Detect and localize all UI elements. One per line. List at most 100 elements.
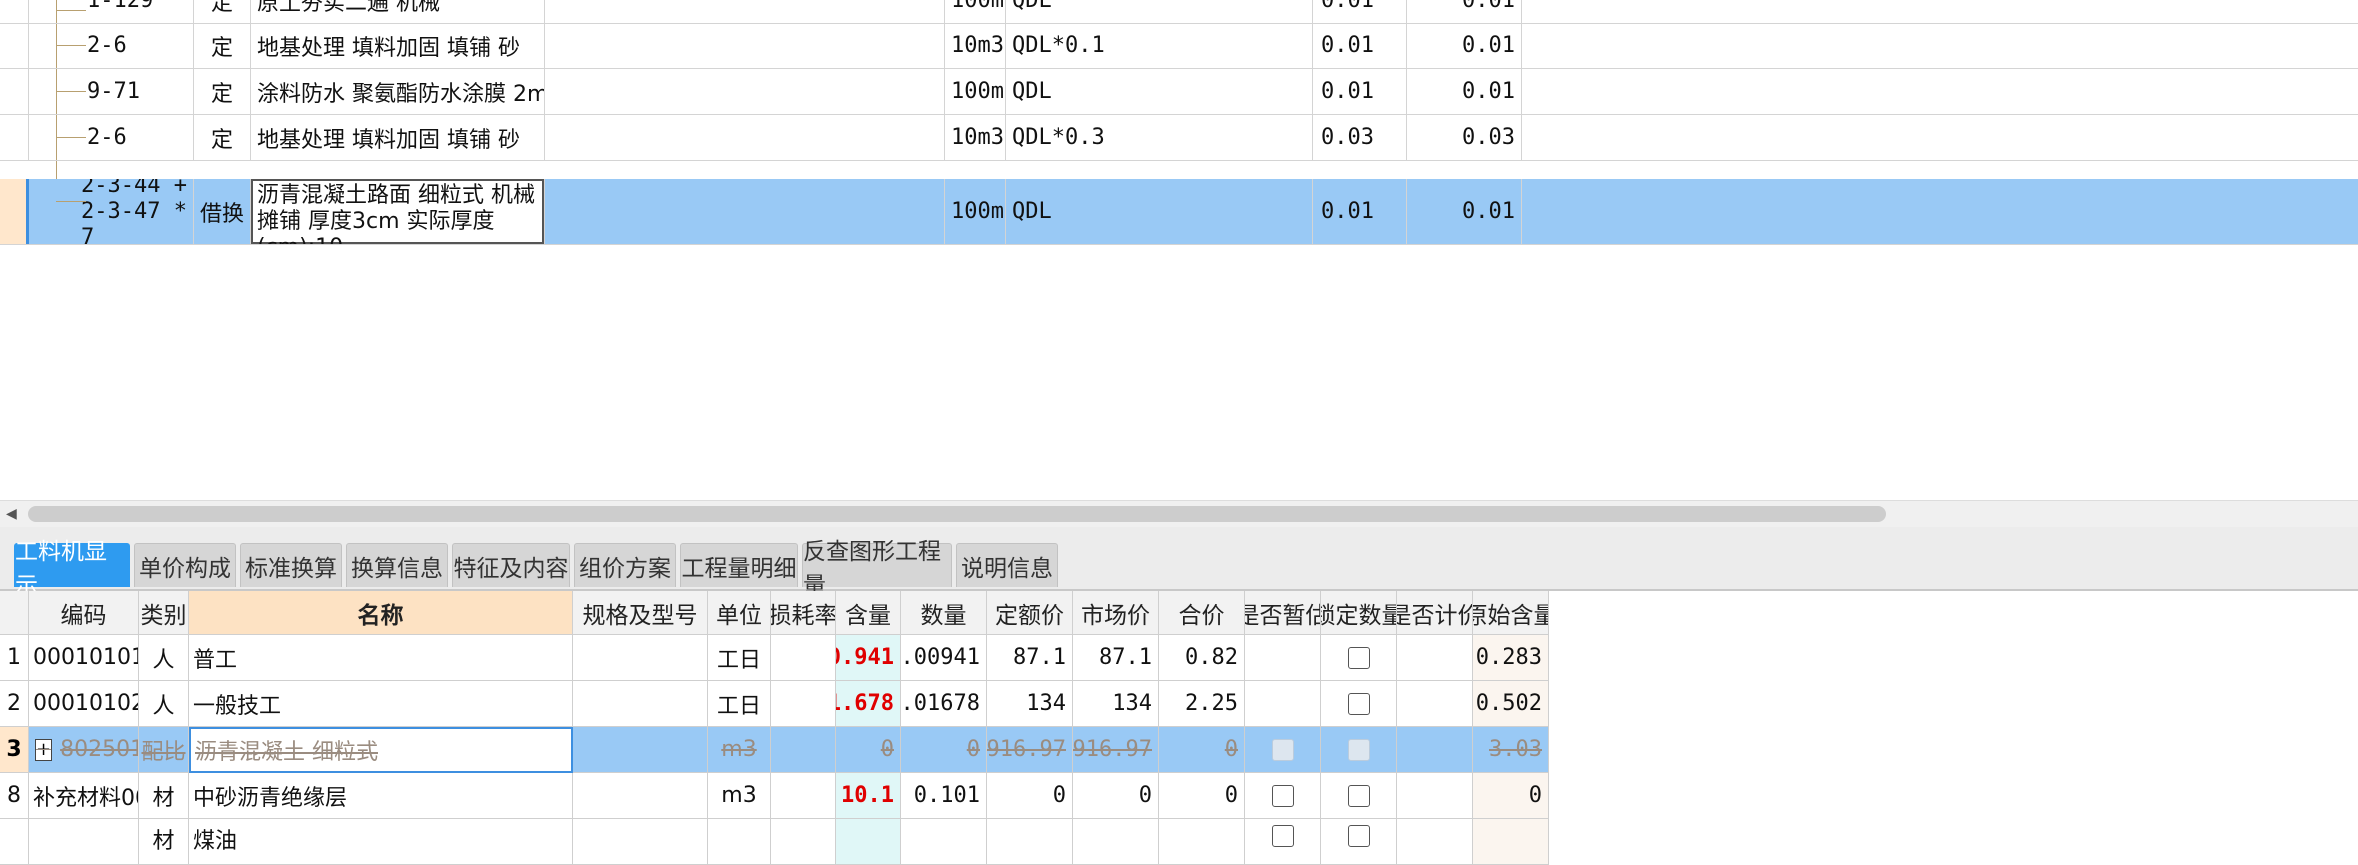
original-content-cell[interactable]: 3.03 [1473, 727, 1549, 773]
unit-cell[interactable] [708, 819, 771, 865]
content-cell[interactable]: 0.01 [1313, 0, 1407, 23]
quantity-cell[interactable]: 0 [901, 727, 987, 773]
tab-standard-conversion[interactable]: 标准换算 [240, 543, 342, 587]
market-price-cell[interactable]: 87.1 [1073, 635, 1159, 681]
tab-pricing-scheme[interactable]: 组价方案 [574, 543, 676, 587]
header-name[interactable]: 名称 [189, 591, 573, 635]
unit-cell[interactable]: 工日 [708, 635, 771, 681]
unit-cell[interactable]: 工日 [708, 681, 771, 727]
code-cell[interactable]: 00010101 [29, 635, 139, 681]
spec-cell[interactable] [573, 681, 708, 727]
original-content-cell[interactable]: 0.283 [1473, 635, 1549, 681]
type-cell[interactable]: 定 [194, 69, 251, 114]
type-cell[interactable]: 配比 [139, 727, 189, 773]
tab-features-content[interactable]: 特征及内容 [452, 543, 570, 587]
loss-rate-cell[interactable] [771, 635, 836, 681]
expression-cell[interactable]: QDL*0.3 [1006, 115, 1313, 160]
grid-row[interactable]: 材 煤油 [0, 819, 2330, 865]
tab-unit-price-composition[interactable]: 单价构成 [134, 543, 236, 587]
quantity-cell[interactable]: 0.03 [1407, 115, 1522, 160]
header-unit[interactable]: 单位 [708, 591, 771, 635]
type-cell[interactable]: 借换 [194, 179, 251, 244]
header-priced[interactable]: 是否计价 [1397, 591, 1473, 635]
table-row[interactable]: 1-129 定 原土夯实二遍 机械 100m2 QDL 0.01 0.01 [0, 0, 2358, 24]
unit-cell[interactable]: 100m2 [945, 69, 1006, 114]
code-cell[interactable] [29, 819, 139, 865]
lock-quantity-cell[interactable] [1321, 819, 1397, 865]
expression-cell[interactable]: QDL*0.1 [1006, 23, 1313, 68]
code-cell[interactable]: 2-6 [29, 115, 194, 160]
selected-table-row[interactable]: 2-3-44 + 2-3-47 * 7 借换 沥青混凝土路面 细粒式 机械摊铺 … [0, 179, 2358, 245]
priced-cell[interactable] [1397, 727, 1473, 773]
market-price-cell[interactable]: 916.97 [1073, 727, 1159, 773]
quota-price-cell[interactable]: 0 [987, 773, 1073, 819]
type-cell[interactable]: 材 [139, 773, 189, 819]
name-cell[interactable]: 沥青混凝土 细粒式 [189, 727, 573, 773]
priced-cell[interactable] [1397, 635, 1473, 681]
lock-quantity-checkbox[interactable] [1347, 646, 1370, 669]
content-cell[interactable]: 10.1 [836, 773, 901, 819]
scrollbar-thumb[interactable] [28, 506, 1886, 522]
loss-rate-cell[interactable] [771, 727, 836, 773]
header-loss-rate[interactable]: 损耗率 [771, 591, 836, 635]
name-cell[interactable]: 普工 [189, 635, 573, 681]
total-cell[interactable]: 0 [1159, 773, 1245, 819]
unit-cell[interactable]: 100m2 [945, 0, 1006, 23]
quantity-cell[interactable]: 0.01 [1407, 0, 1522, 23]
tab-labor-material-machine[interactable]: 工料机显示 [14, 539, 130, 599]
header-provisional[interactable]: 是否暂估 [1245, 591, 1321, 635]
empty-cell[interactable] [545, 69, 945, 114]
original-content-cell[interactable]: 0.502 [1473, 681, 1549, 727]
grid-row[interactable]: 8 补充材料001@1 材 中砂沥青绝缘层 m3 10.1 0.101 0 0 … [0, 773, 2330, 819]
quota-price-cell[interactable]: 916.97 [987, 727, 1073, 773]
grid-row[interactable]: 2 00010102 人 一般技工 工日 1.678 0.01678 134 1… [0, 681, 2330, 727]
loss-rate-cell[interactable] [771, 819, 836, 865]
unit-cell[interactable]: 100m2 [945, 179, 1006, 244]
priced-cell[interactable] [1397, 681, 1473, 727]
market-price-cell[interactable]: 0 [1073, 773, 1159, 819]
empty-cell[interactable] [545, 23, 945, 68]
expression-cell[interactable]: QDL [1006, 69, 1313, 114]
name-cell[interactable]: 涂料防水 聚氨酯防水涂膜 2mm厚 平面 [251, 69, 545, 114]
horizontal-scrollbar[interactable]: ◀ [0, 500, 2358, 528]
header-quota-price[interactable]: 定额价 [987, 591, 1073, 635]
tab-quantity-details[interactable]: 工程量明细 [680, 543, 798, 587]
header-market-price[interactable]: 市场价 [1073, 591, 1159, 635]
expression-cell[interactable]: QDL [1006, 179, 1313, 244]
header-lock-quantity[interactable]: 锁定数量 [1321, 591, 1397, 635]
grid-row-selected[interactable]: 3 + 80250103 配比 沥青混凝土 细粒式 m3 0 0 916.97 … [0, 727, 2330, 773]
tab-reverse-graphic-quantity[interactable]: 反查图形工程量 [802, 539, 952, 599]
total-cell[interactable]: 0.82 [1159, 635, 1245, 681]
code-cell[interactable]: 2-3-44 + 2-3-47 * 7 [29, 179, 194, 244]
code-cell[interactable]: 1-129 [29, 0, 194, 23]
content-cell[interactable]: 0.01 [1313, 179, 1407, 244]
quota-price-cell[interactable]: 87.1 [987, 635, 1073, 681]
header-code[interactable]: 编码 [29, 591, 139, 635]
spec-cell[interactable] [573, 819, 708, 865]
header-type[interactable]: 类别 [139, 591, 189, 635]
spec-cell[interactable] [573, 635, 708, 681]
grid-row[interactable]: 1 00010101 人 普工 工日 0.941 0.00941 87.1 87… [0, 635, 2330, 681]
code-cell[interactable]: 00010102 [29, 681, 139, 727]
name-cell[interactable]: 地基处理 填料加固 填铺 砂 [251, 115, 545, 160]
type-cell[interactable]: 材 [139, 819, 189, 865]
market-price-cell[interactable]: 134 [1073, 681, 1159, 727]
content-cell[interactable]: 1.678 [836, 681, 901, 727]
provisional-checkbox[interactable] [1271, 784, 1294, 807]
lock-quantity-checkbox[interactable] [1347, 784, 1370, 807]
name-editor[interactable]: 沥青混凝土路面 细粒式 机械摊铺 厚度3cm 实际厚度(cm):10 [251, 179, 544, 244]
quantity-cell[interactable]: 0.01 [1407, 69, 1522, 114]
quantity-cell[interactable]: 0.01 [1407, 23, 1522, 68]
priced-cell[interactable] [1397, 773, 1473, 819]
provisional-cell[interactable] [1245, 681, 1321, 727]
provisional-cell[interactable] [1245, 773, 1321, 819]
lock-quantity-cell[interactable] [1321, 773, 1397, 819]
spec-cell[interactable] [573, 773, 708, 819]
name-cell[interactable]: 中砂沥青绝缘层 [189, 773, 573, 819]
provisional-cell[interactable] [1245, 727, 1321, 773]
name-cell[interactable]: 煤油 [189, 819, 573, 865]
table-row[interactable]: 2-6 定 地基处理 填料加固 填铺 砂 10m3 QDL*0.3 0.03 0… [0, 115, 2358, 161]
content-cell[interactable]: 0.03 [1313, 115, 1407, 160]
quota-price-cell[interactable]: 134 [987, 681, 1073, 727]
tab-description[interactable]: 说明信息 [956, 543, 1058, 587]
